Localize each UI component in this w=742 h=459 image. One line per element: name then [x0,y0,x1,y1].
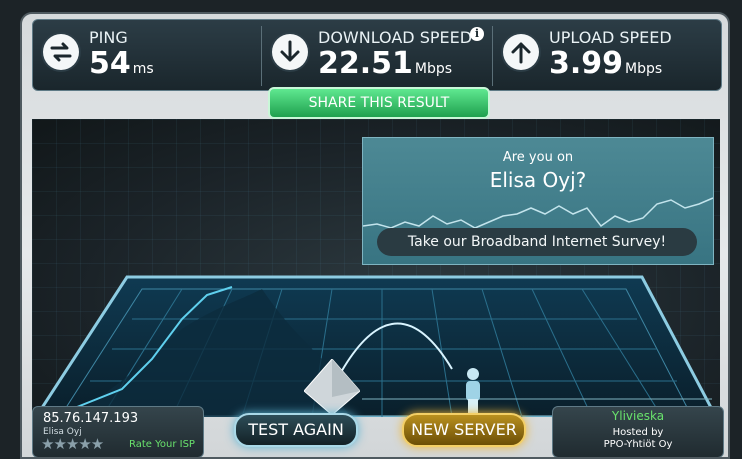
survey-question-line1: Are you on [502,150,574,165]
results-bar: PING 54 ms DOWNLOAD SPEED i 22.51 Mbps U… [32,19,722,91]
survey-panel[interactable]: Are you on Elisa Oyj? Take our Broadband… [362,137,714,265]
up-arrow-icon [503,34,539,70]
test-again-button[interactable]: TEST AGAIN [234,413,358,447]
survey-question-line2: Elisa Oyj? [489,168,587,192]
rate-isp-link[interactable]: Rate Your ISP [129,439,195,450]
client-ip: 85.76.147.193 [43,411,139,426]
download-label: DOWNLOAD SPEED [318,28,473,47]
test-screen: Are you on Elisa Oyj? Take our Broadband… [32,119,720,417]
share-result-button[interactable]: SHARE THIS RESULT [268,87,490,119]
download-stat: DOWNLOAD SPEED i 22.51 Mbps [262,20,492,90]
speedtest-frame: PING 54 ms DOWNLOAD SPEED i 22.51 Mbps U… [20,12,730,459]
rating-stars[interactable]: ★★★★★ [41,435,104,453]
survey-cta-button[interactable]: Take our Broadband Internet Survey! [377,228,697,256]
client-info-box: 85.76.147.193 Elisa Oyj ★★★★★ Rate Your … [32,406,204,457]
server-city: Ylivieska [611,409,665,423]
server-person-icon [466,368,480,415]
pyramid-icon [304,359,360,415]
ping-label: PING [89,28,128,47]
ping-stat: PING 54 ms [33,20,261,90]
swap-arrows-icon [43,34,79,70]
download-value: 22.51 Mbps [318,46,453,81]
hosted-by-label: Hosted by [612,427,664,438]
ping-value: 54 ms [89,46,154,81]
upload-stat: UPLOAD SPEED 3.99 Mbps [493,20,721,90]
server-info-box: Ylivieska Hosted by PPO-Yhtiöt Oy [552,406,724,457]
new-server-button[interactable]: NEW SERVER [402,413,526,447]
upload-label: UPLOAD SPEED [549,28,672,47]
info-icon[interactable]: i [470,27,484,41]
down-arrow-icon [272,34,308,70]
host-name: PPO-Yhtiöt Oy [603,439,673,450]
upload-value: 3.99 Mbps [549,46,663,81]
